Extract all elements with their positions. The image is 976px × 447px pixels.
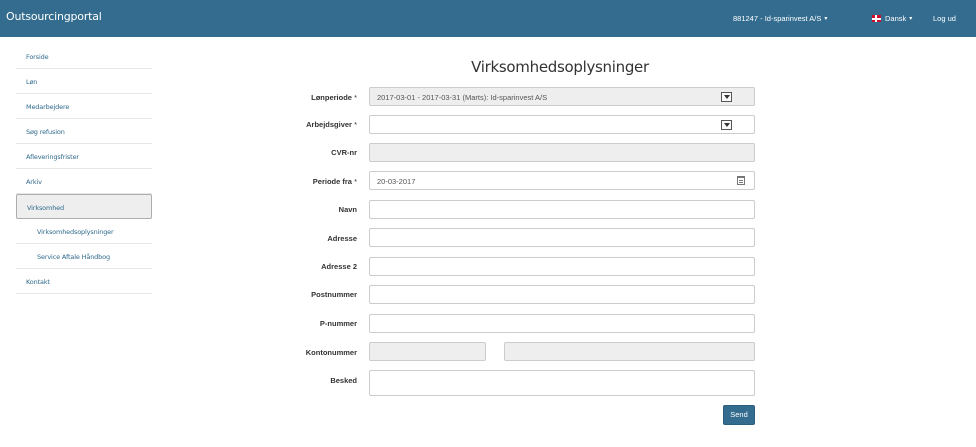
required-marker: * <box>354 120 357 129</box>
account-label: 881247 - Id-sparinvest A/S <box>733 14 822 23</box>
sidebar-item-sog-refusion[interactable]: Søg refusion <box>16 119 152 144</box>
sidebar-item-label: Løn <box>26 78 38 86</box>
sidebar-item-kontakt[interactable]: Kontakt <box>16 269 152 294</box>
page-title: Virksomhedsoplysninger <box>471 58 649 76</box>
kontonummer-input <box>504 342 755 361</box>
brand-logo[interactable]: Outsourcingportal <box>6 10 102 23</box>
lonperiode-select[interactable]: 2017-03-01 - 2017-03-31 (Marts): Id-spar… <box>369 87 755 106</box>
chevron-down-icon <box>721 120 732 130</box>
sidebar-item-forside[interactable]: Forside <box>16 44 152 69</box>
lonperiode-value: 2017-03-01 - 2017-03-31 (Marts): Id-spar… <box>377 93 548 102</box>
sidebar-item-label: Virksomhed <box>27 204 64 212</box>
logout-link[interactable]: Log ud <box>933 0 956 37</box>
cvr-label: CVR-nr <box>331 148 357 157</box>
sidebar-item-label: Søg refusion <box>26 128 65 136</box>
calendar-icon[interactable] <box>737 176 745 185</box>
pnummer-label: P-nummer <box>319 319 357 328</box>
pnummer-input[interactable] <box>369 314 755 333</box>
sidebar-item-label: Kontakt <box>26 278 50 286</box>
lonperiode-label: Lønperiode * <box>311 93 357 102</box>
periode-fra-value: 20-03-2017 <box>377 177 416 186</box>
denmark-flag-icon <box>872 15 881 22</box>
account-dropdown[interactable]: 881247 - Id-sparinvest A/S ▾ <box>733 0 827 37</box>
language-dropdown[interactable]: Dansk ▾ <box>872 0 912 37</box>
kontonummer-label: Kontonummer <box>305 348 357 357</box>
adresse2-input[interactable] <box>369 257 755 276</box>
caret-down-icon: ▾ <box>824 16 828 22</box>
sidebar-item-label: Medarbejdere <box>26 103 70 111</box>
top-navbar: Outsourcingportal 881247 - Id-sparinvest… <box>0 0 976 37</box>
postnummer-label: Postnummer <box>311 290 357 299</box>
besked-textarea[interactable] <box>369 370 755 396</box>
adresse-input[interactable] <box>369 228 755 247</box>
adresse-label: Adresse <box>327 234 357 243</box>
logout-label: Log ud <box>933 14 956 23</box>
periode-fra-datepicker[interactable]: 20-03-2017 <box>369 171 755 190</box>
chevron-down-icon <box>721 92 732 102</box>
sidebar-item-medarbejdere[interactable]: Medarbejdere <box>16 94 152 119</box>
navn-label: Navn <box>338 205 357 214</box>
sidebar-item-afleveringsfrister[interactable]: Afleveringsfrister <box>16 144 152 169</box>
caret-down-icon: ▾ <box>909 16 913 22</box>
adresse2-label: Adresse 2 <box>321 262 357 271</box>
sidebar-item-virksomhedsoplysninger[interactable]: Virksomhedsoplysninger <box>16 219 152 244</box>
cvr-input <box>369 143 755 162</box>
language-label: Dansk <box>885 14 907 23</box>
required-marker: * <box>354 93 357 102</box>
sidebar-item-service-aftale-handbog[interactable]: Service Aftale Håndbog <box>16 244 152 269</box>
arbejdsgiver-select[interactable] <box>369 115 755 134</box>
sidebar-item-label: Afleveringsfrister <box>26 153 79 161</box>
sidebar-item-label: Service Aftale Håndbog <box>37 253 110 261</box>
periode-fra-label: Periode fra * <box>312 177 357 186</box>
sidebar-item-virksomhed[interactable]: Virksomhed <box>16 194 152 219</box>
postnummer-input[interactable] <box>369 285 755 304</box>
regnr-input <box>369 342 486 361</box>
sidebar-item-label: Forside <box>26 53 49 61</box>
sidebar-item-lon[interactable]: Løn <box>16 69 152 94</box>
sidebar-item-label: Virksomhedsoplysninger <box>37 228 114 236</box>
sidebar-item-arkiv[interactable]: Arkiv <box>16 169 152 194</box>
besked-label: Besked <box>330 376 357 385</box>
sidebar-nav: Forside Løn Medarbejdere Søg refusion Af… <box>16 44 152 294</box>
send-button[interactable]: Send <box>723 405 755 425</box>
sidebar-item-label: Arkiv <box>26 178 42 186</box>
navn-input[interactable] <box>369 200 755 219</box>
arbejdsgiver-label: Arbejdsgiver * <box>306 120 357 129</box>
required-marker: * <box>354 177 357 186</box>
